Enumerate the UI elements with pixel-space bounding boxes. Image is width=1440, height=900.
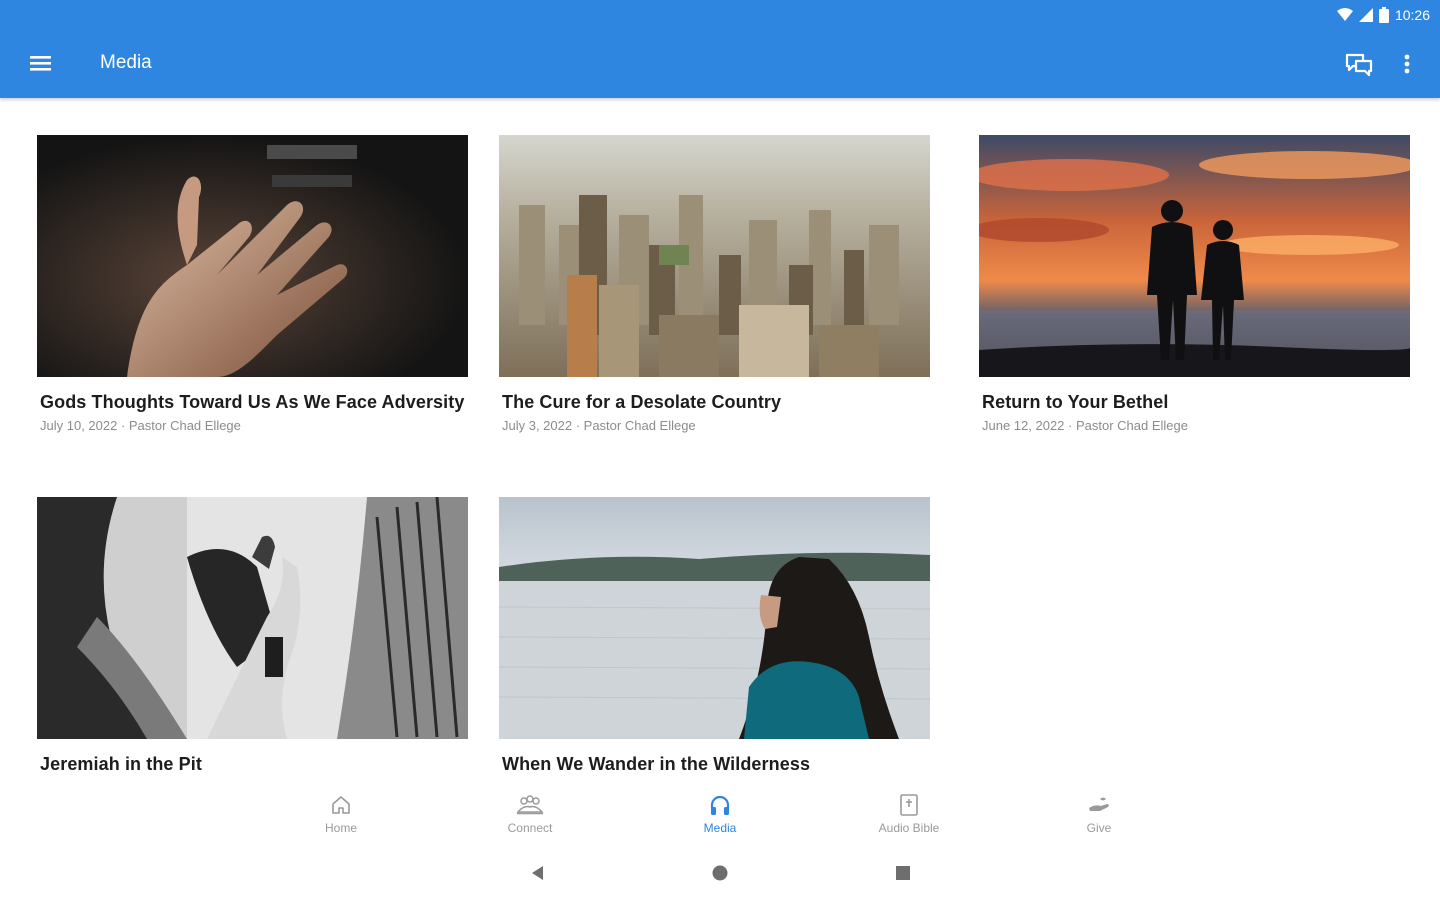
menu-button[interactable]: [26, 50, 56, 76]
recents-button[interactable]: [891, 861, 915, 885]
menu-icon: [30, 56, 51, 71]
back-icon: [532, 866, 543, 880]
sunset-couple-photo: [979, 135, 1410, 377]
media-title: The Cure for a Desolate Country: [502, 392, 782, 412]
headphones-icon: [710, 795, 730, 815]
media-title: Return to Your Bethel: [982, 392, 1169, 412]
more-options-button[interactable]: [1396, 50, 1418, 78]
people-icon: [516, 795, 544, 815]
holding-hands-photo: [37, 497, 468, 739]
recents-icon: [896, 866, 910, 880]
home-circle-icon: [712, 865, 728, 881]
status-bar: 10:26: [1336, 4, 1430, 26]
media-card[interactable]: The Cure for a Desolate Country July 3, …: [499, 135, 930, 438]
system-navigation-bar: [0, 845, 1440, 900]
wifi-icon: [1336, 8, 1353, 21]
more-vert-icon: [1404, 54, 1410, 74]
media-grid: Gods Thoughts Toward Us As We Face Adver…: [0, 98, 1440, 783]
media-card[interactable]: Gods Thoughts Toward Us As We Face Adver…: [37, 135, 468, 438]
system-home-button[interactable]: [708, 861, 732, 885]
nav-home[interactable]: Home: [281, 791, 401, 835]
media-title: Jeremiah in the Pit: [40, 754, 202, 774]
media-meta: July 10, 2022 · Pastor Chad Ellege: [40, 418, 241, 433]
nav-label: Connect: [507, 821, 553, 835]
open-hand-photo: [37, 135, 468, 377]
back-button[interactable]: [526, 861, 550, 885]
woman-by-lake-photo: [499, 497, 930, 739]
media-title: When We Wander in the Wilderness: [502, 754, 811, 774]
chat-button[interactable]: [1342, 50, 1376, 78]
signal-icon: [1358, 8, 1373, 22]
media-card[interactable]: Jeremiah in the Pit: [37, 497, 468, 776]
status-time: 10:26: [1394, 7, 1430, 23]
app-bar: 10:26 Media: [0, 0, 1440, 98]
page-title: Media: [100, 52, 152, 73]
city-skyline-photo: [499, 135, 930, 377]
nav-label: Home: [324, 821, 357, 835]
bible-icon: [900, 794, 918, 816]
nav-connect[interactable]: Connect: [470, 791, 590, 835]
nav-label: Media: [703, 821, 737, 835]
nav-give[interactable]: Give: [1039, 791, 1159, 835]
media-card[interactable]: Return to Your Bethel June 12, 2022 · Pa…: [979, 135, 1410, 438]
media-card[interactable]: When We Wander in the Wilderness: [499, 497, 930, 776]
nav-media[interactable]: Media: [660, 791, 780, 835]
giving-hand-icon: [1089, 797, 1109, 811]
nav-label: Audio Bible: [878, 821, 940, 835]
chat-icon: [1345, 53, 1373, 77]
bottom-navigation: Home Connect Media Audio Bible Give: [0, 783, 1440, 843]
nav-audio-bible[interactable]: Audio Bible: [849, 791, 969, 835]
media-meta: June 12, 2022 · Pastor Chad Ellege: [982, 418, 1188, 433]
battery-icon: [1378, 7, 1389, 23]
nav-label: Give: [1086, 821, 1112, 835]
media-meta: July 3, 2022 · Pastor Chad Ellege: [502, 418, 696, 433]
media-title: Gods Thoughts Toward Us As We Face Adver…: [40, 392, 465, 412]
home-icon: [332, 796, 350, 814]
